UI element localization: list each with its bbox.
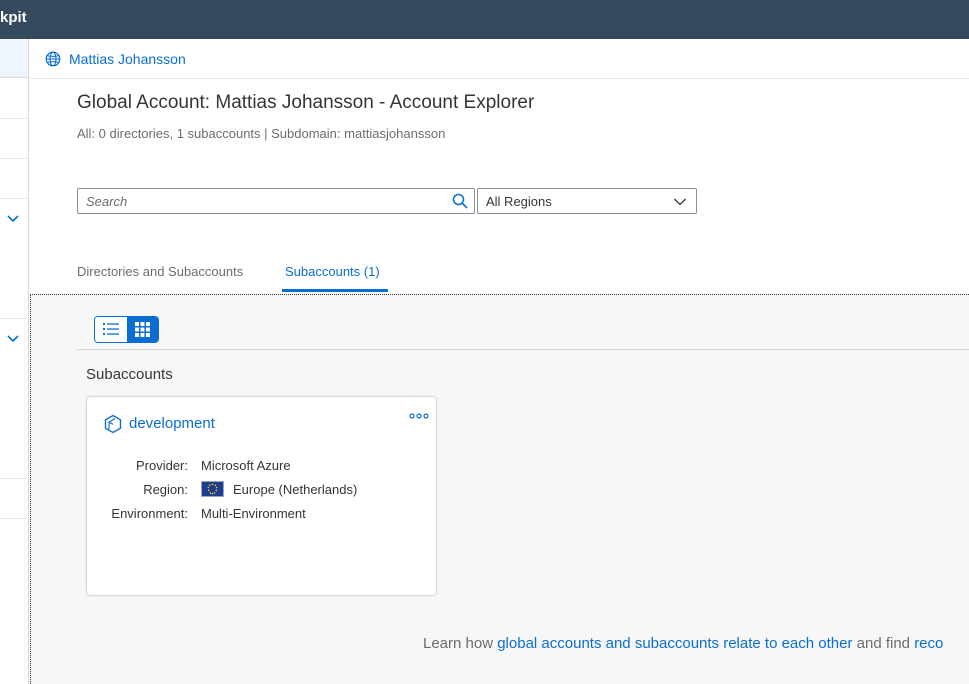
- environment-value: Multi-Environment: [201, 506, 306, 521]
- region-select-value: All Regions: [486, 194, 552, 209]
- section-title: Subaccounts: [86, 366, 173, 383]
- view-toggle: [94, 316, 159, 343]
- more-options-icon[interactable]: [409, 411, 429, 421]
- environment-label: Environment:: [111, 506, 188, 521]
- provider-value: Microsoft Azure: [201, 458, 291, 473]
- footer-link-account-relations[interactable]: global accounts and subaccounts relate t…: [497, 635, 852, 652]
- page-title: Global Account: Mattias Johansson - Acco…: [77, 92, 535, 113]
- breadcrumb: Mattias Johansson: [30, 39, 969, 79]
- sidenav-divider: [0, 478, 28, 479]
- eu-flag-icon: [201, 481, 224, 497]
- side-navigation: [0, 39, 29, 684]
- tab-subaccounts[interactable]: Subaccounts (1): [285, 264, 380, 279]
- chevron-down-icon[interactable]: [673, 197, 687, 207]
- subaccount-card[interactable]: development Provider: Microsoft Azure Re…: [86, 396, 437, 596]
- list-icon: [103, 323, 119, 335]
- globe-icon: [45, 51, 61, 67]
- shell-bar: kpit: [0, 0, 969, 39]
- search-icon[interactable]: [452, 193, 468, 209]
- sidenav-divider: [0, 518, 28, 519]
- provider-label: Provider:: [135, 458, 188, 473]
- content-area: Subaccounts development Provider: Micros…: [30, 294, 969, 684]
- region-select[interactable]: All Regions: [477, 188, 697, 214]
- search-input[interactable]: [86, 192, 436, 210]
- sidenav-divider: [0, 318, 28, 319]
- grid-view-button[interactable]: [127, 317, 158, 342]
- region-label: Region:: [143, 482, 188, 497]
- tab-directories-and-subaccounts[interactable]: Directories and Subaccounts: [77, 264, 243, 279]
- footer-prefix: Learn how: [423, 635, 498, 652]
- toolbar-divider: [77, 349, 969, 350]
- footer-help-text: Learn how global accounts and subaccount…: [423, 635, 943, 652]
- sidenav-divider: [0, 198, 28, 199]
- sidenav-divider: [0, 158, 28, 159]
- footer-middle: and find: [852, 635, 915, 652]
- sidenav-divider: [0, 118, 28, 119]
- grid-icon: [135, 322, 150, 337]
- chevron-down-icon[interactable]: [6, 214, 20, 224]
- tab-active-indicator: [282, 289, 388, 292]
- page-subtitle: All: 0 directories, 1 subaccounts | Subd…: [77, 126, 446, 141]
- app-title[interactable]: kpit: [0, 9, 27, 26]
- breadcrumb-global-account-link[interactable]: Mattias Johansson: [69, 51, 186, 67]
- footer-link-recommendations[interactable]: reco: [914, 635, 943, 652]
- tab-bar: Directories and Subaccounts Subaccounts …: [30, 250, 969, 294]
- list-view-button[interactable]: [95, 317, 127, 342]
- search-field[interactable]: [77, 188, 475, 214]
- chevron-down-icon[interactable]: [6, 334, 20, 344]
- region-value: Europe (Netherlands): [233, 482, 358, 497]
- sidenav-item-selected[interactable]: [0, 39, 28, 78]
- subaccount-icon: [104, 414, 122, 434]
- subaccount-title-link[interactable]: development: [129, 415, 215, 432]
